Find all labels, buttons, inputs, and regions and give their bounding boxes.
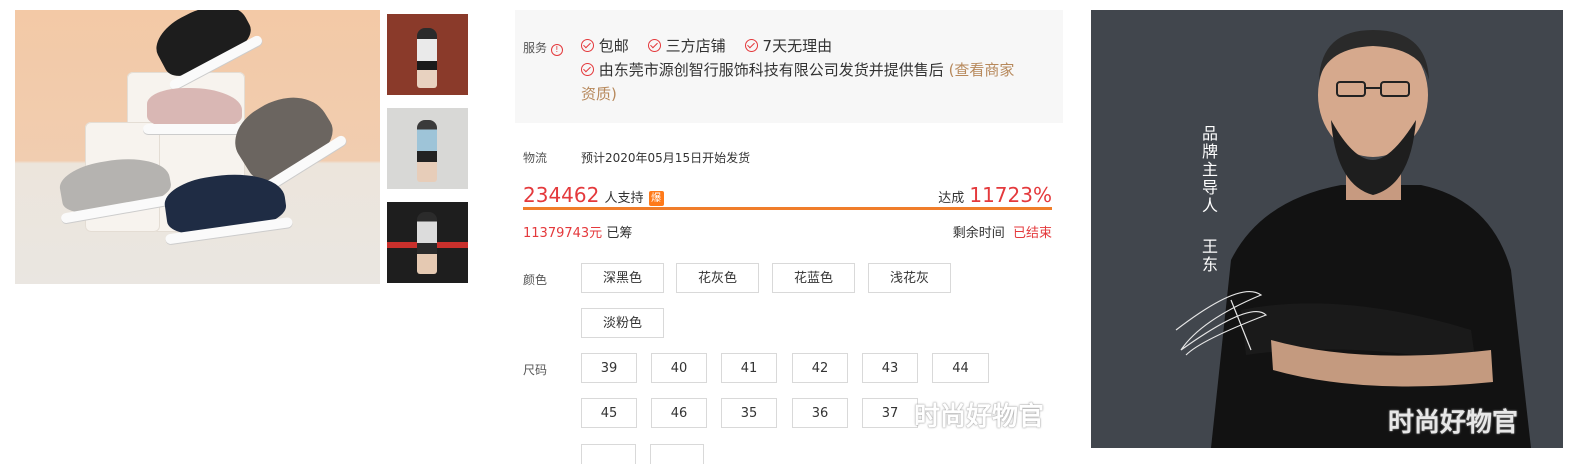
thumbnail-2[interactable] bbox=[387, 108, 468, 189]
check-circle-icon bbox=[647, 39, 661, 52]
size-option-partial[interactable] bbox=[581, 444, 636, 464]
remaining-value: 已结束 bbox=[1012, 226, 1052, 241]
size-option[interactable]: 36 bbox=[792, 398, 848, 428]
logistics-label: 物流 bbox=[523, 151, 548, 165]
achieved-percent: 11723% bbox=[969, 183, 1052, 207]
watermark-text-right: 时尚好物官 bbox=[1388, 408, 1519, 438]
size-label: 尺码 bbox=[523, 363, 548, 377]
hot-badge-icon: 爆 bbox=[648, 191, 664, 206]
color-option[interactable]: 花蓝色 bbox=[772, 263, 855, 293]
supporters-row: 234462 人支持 爆 bbox=[523, 183, 664, 207]
thumbnail-1[interactable] bbox=[387, 14, 468, 95]
model-figure bbox=[417, 212, 437, 274]
size-option[interactable]: 37 bbox=[862, 398, 918, 428]
size-option[interactable]: 43 bbox=[862, 353, 918, 383]
achieved-label: 达成 bbox=[938, 191, 965, 206]
size-option[interactable]: 45 bbox=[581, 398, 637, 428]
main-product-image[interactable] bbox=[15, 10, 380, 284]
raised-amount: 11379743元 bbox=[523, 226, 603, 241]
color-option[interactable]: 淡粉色 bbox=[581, 308, 664, 338]
service-7-day-return: 7天无理由 bbox=[762, 37, 833, 55]
supporters-suffix: 人支持 bbox=[604, 191, 644, 206]
color-option[interactable]: 花灰色 bbox=[676, 263, 759, 293]
raised-row: 11379743元 已筹 bbox=[523, 222, 632, 241]
brand-lead-portrait: 品牌主导人 王东 bbox=[1091, 10, 1563, 448]
thumbnail-3[interactable] bbox=[387, 202, 468, 283]
logistics-text: 预计2020年05月15日开始发货 bbox=[581, 151, 751, 165]
color-option[interactable]: 深黑色 bbox=[581, 263, 664, 293]
shoe-pink bbox=[143, 88, 246, 134]
size-option[interactable]: 40 bbox=[651, 353, 707, 383]
size-option[interactable]: 41 bbox=[721, 353, 777, 383]
brand-lead-name: 王东 bbox=[1199, 238, 1218, 274]
seller-text: 由东莞市源创智行服饰科技有限公司发货并提供售后 bbox=[598, 61, 944, 79]
seller-qualification-link-cont[interactable]: 资质) bbox=[581, 83, 617, 104]
size-option-partial[interactable] bbox=[650, 444, 704, 464]
info-icon[interactable]: ! bbox=[550, 44, 563, 56]
remaining-row: 剩余时间 已结束 bbox=[953, 222, 1052, 241]
size-option[interactable]: 46 bbox=[651, 398, 707, 428]
check-circle-icon bbox=[744, 39, 758, 52]
service-items: 包邮 三方店铺 7天无理由 bbox=[581, 35, 832, 56]
size-option[interactable]: 35 bbox=[721, 398, 777, 428]
supporters-count: 234462 bbox=[523, 183, 600, 207]
color-label: 颜色 bbox=[523, 273, 548, 287]
size-option[interactable]: 42 bbox=[792, 353, 848, 383]
size-option[interactable]: 44 bbox=[932, 353, 989, 383]
model-figure bbox=[417, 120, 437, 182]
check-circle-icon bbox=[581, 39, 594, 52]
portrait-figure bbox=[1175, 30, 1531, 448]
color-option[interactable]: 浅花灰 bbox=[868, 263, 951, 293]
service-free-shipping: 包邮 bbox=[598, 37, 629, 55]
seller-qualification-link[interactable]: (查看商家 bbox=[949, 61, 1015, 79]
funding-progress-fill bbox=[523, 207, 1052, 210]
watermark-text: 时尚好物官 bbox=[914, 402, 1045, 432]
funding-progress-bar bbox=[523, 207, 1052, 210]
remaining-label: 剩余时间 bbox=[952, 226, 1005, 241]
service-third-party-store: 三方店铺 bbox=[665, 37, 726, 55]
model-figure bbox=[417, 28, 437, 88]
seller-info: 由东莞市源创智行服饰科技有限公司发货并提供售后 (查看商家 bbox=[581, 59, 1014, 80]
service-label: 服务 ! bbox=[523, 39, 563, 56]
size-option[interactable]: 39 bbox=[581, 353, 637, 383]
brand-lead-title: 品牌主导人 bbox=[1199, 125, 1218, 215]
achieved-row: 达成 11723% bbox=[938, 183, 1052, 207]
raised-suffix: 已筹 bbox=[606, 226, 633, 241]
check-circle-icon bbox=[581, 63, 594, 76]
